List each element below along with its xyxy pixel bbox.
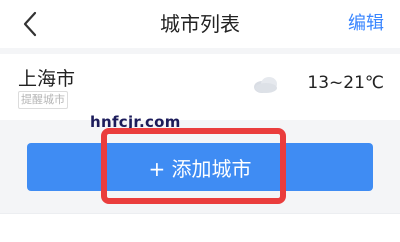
city-name: 上海市 (18, 68, 76, 90)
temperature-range: 13~21℃ (307, 73, 384, 93)
cloud-icon (254, 77, 277, 93)
city-list-screen: 城市列表 编辑 上海市 提醒城市 13~21℃ hnfcjr.com + 添加城… (0, 0, 400, 242)
header-bar: 城市列表 编辑 (0, 0, 400, 48)
page-title: 城市列表 (160, 12, 240, 36)
add-city-button[interactable]: + 添加城市 (27, 143, 373, 191)
edit-button[interactable]: 编辑 (348, 0, 384, 48)
watermark-text: hnfcjr.com (90, 113, 181, 131)
reminder-city-badge: 提醒城市 (18, 91, 68, 109)
bottom-panel (0, 214, 400, 242)
